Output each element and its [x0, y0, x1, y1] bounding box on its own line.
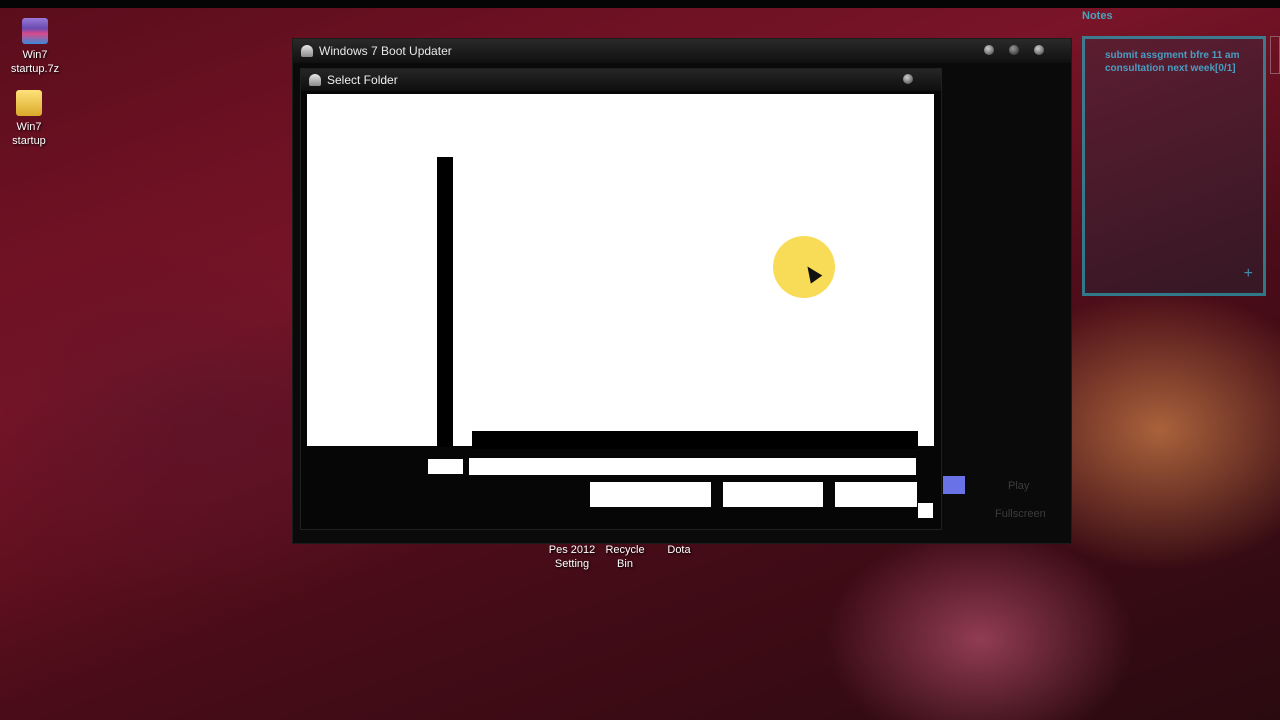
- dialog-action-button-1[interactable]: [590, 482, 711, 507]
- folder-path-input[interactable]: [469, 458, 916, 475]
- main-window-title: Windows 7 Boot Updater: [319, 44, 452, 58]
- dialog-close-button[interactable]: [903, 74, 913, 84]
- close-button[interactable]: [1034, 45, 1044, 55]
- dialog-title: Select Folder: [327, 73, 398, 87]
- maximize-button[interactable]: [1009, 45, 1019, 55]
- minimize-button[interactable]: [984, 45, 994, 55]
- folder-path-bar: [472, 431, 918, 449]
- fullscreen-button[interactable]: Fullscreen: [995, 508, 1046, 520]
- folder-tree-scrollbar[interactable]: [437, 157, 453, 447]
- desktop-icon-win7-folder[interactable]: Win7 startup: [0, 90, 64, 148]
- folder-icon: [16, 90, 42, 116]
- side-edge-control[interactable]: [1270, 36, 1280, 74]
- color-swatch[interactable]: [943, 476, 965, 494]
- notes-title: Notes: [1082, 10, 1113, 22]
- desktop-icon-label: Win7 startup.7z: [10, 49, 60, 75]
- play-button[interactable]: Play: [1008, 480, 1029, 492]
- desktop-icon-win7-archive[interactable]: Win7 startup.7z: [0, 18, 70, 76]
- dialog-action-button-2[interactable]: [723, 482, 823, 507]
- resize-grip[interactable]: [918, 503, 933, 518]
- desktop-icon-recycle-bin[interactable]: Recycle Bin: [596, 543, 654, 571]
- dialog-app-icon: [309, 74, 321, 86]
- app-icon: [301, 45, 313, 57]
- main-window-titlebar[interactable]: Windows 7 Boot Updater: [293, 39, 1071, 63]
- desktop-icon-pes2012-setting[interactable]: Pes 2012 Setting: [546, 543, 598, 571]
- folder-label-box: [428, 459, 463, 474]
- desktop-icon-dota[interactable]: Dota: [664, 543, 694, 557]
- notes-add-button[interactable]: +: [1244, 265, 1253, 283]
- dialog-titlebar[interactable]: Select Folder: [301, 69, 941, 91]
- folder-tree-panel[interactable]: [307, 94, 934, 446]
- cursor-highlight: [773, 236, 835, 298]
- notes-text[interactable]: submit assgment bfre 11 am consultation …: [1085, 39, 1263, 85]
- archive-icon: [22, 18, 48, 44]
- notes-gadget[interactable]: submit assgment bfre 11 am consultation …: [1082, 36, 1266, 296]
- dialog-action-button-3[interactable]: [835, 482, 917, 507]
- desktop-icon-label: Win7 startup: [12, 121, 46, 147]
- top-strip: [0, 0, 1280, 8]
